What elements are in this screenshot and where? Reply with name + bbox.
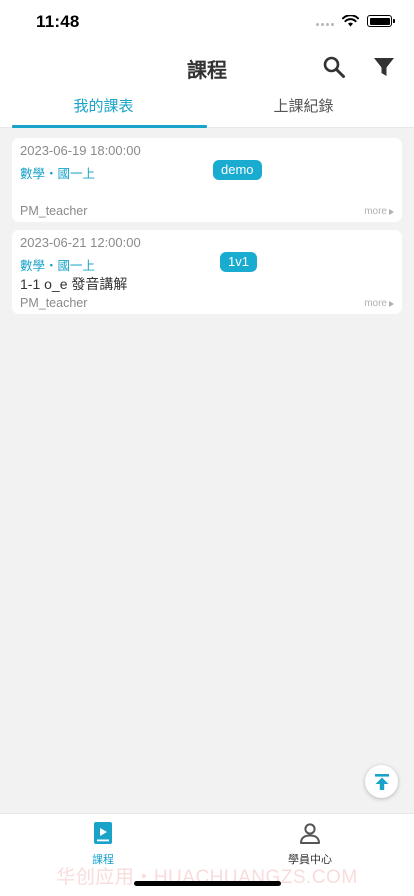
course-card[interactable]: 2023-06-19 18:00:00 數學・國一上 demo PM_teach… [12,138,402,222]
tab-bar: 我的課表 上課紀錄 [0,90,414,128]
course-card[interactable]: 2023-06-21 12:00:00 數學・國一上 1v1 1-1 o_e 發… [12,230,402,314]
course-subject: 數學・國一上 [20,167,96,181]
course-type-badge: demo [213,160,262,180]
cellular-signal-icon [316,16,334,26]
status-icons [316,15,395,27]
status-time: 11:48 [36,12,80,31]
course-datetime: 2023-06-19 18:00:00 [20,143,141,158]
home-indicator [134,881,281,886]
more-arrow-icon [389,208,394,215]
course-subject: 數學・國一上 [20,259,96,273]
person-icon [300,823,320,844]
course-teacher: PM_teacher [20,204,88,218]
bottom-tab-course[interactable]: 課程 [53,819,153,867]
navbar: 課程 [0,44,414,90]
tab-my-schedule[interactable]: 我的課表 [0,90,207,128]
search-button[interactable] [319,52,349,82]
active-tab-indicator [12,125,207,128]
filter-icon [374,58,394,76]
arrow-up-to-top-icon [374,773,389,790]
tab-class-records[interactable]: 上課紀錄 [200,90,407,128]
course-datetime: 2023-06-21 12:00:00 [20,235,141,250]
course-book-icon [94,822,112,844]
battery-icon [367,15,395,27]
filter-button[interactable] [369,52,399,82]
more-link[interactable]: more [364,298,394,309]
more-link[interactable]: more [364,206,394,217]
bottom-tab-member-center[interactable]: 學員中心 [260,819,360,867]
page-title: 課程 [187,60,227,82]
wifi-icon [342,15,359,27]
status-bar: 11:48 [0,0,414,44]
more-label: more [364,298,387,309]
course-lesson-title: 1-1 o_e 發音講解 [20,276,128,292]
more-label: more [364,206,387,217]
course-list: 2023-06-19 18:00:00 數學・國一上 demo PM_teach… [12,138,402,322]
more-arrow-icon [389,300,394,307]
search-icon [323,56,345,78]
course-teacher: PM_teacher [20,296,88,310]
course-type-badge: 1v1 [220,252,257,272]
scroll-to-top-button[interactable] [365,765,398,798]
